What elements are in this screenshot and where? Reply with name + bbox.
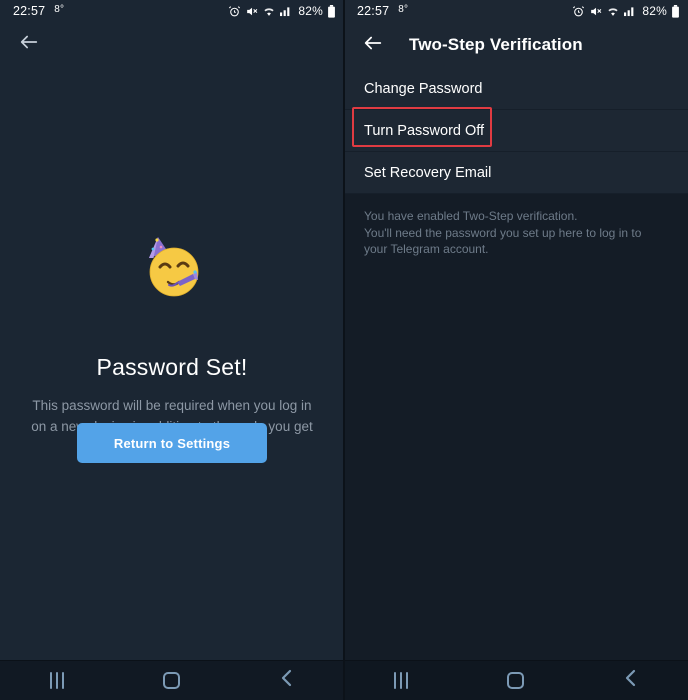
page-title: Password Set! xyxy=(96,354,248,380)
status-time: 22:57 xyxy=(13,4,46,18)
right-back-button[interactable] xyxy=(358,30,388,60)
right-phone-screen: 22:57 8° 82% Two-Step Verification Chang… xyxy=(344,0,688,700)
back-arrow-icon xyxy=(18,31,40,58)
mute-icon xyxy=(589,5,602,18)
right-top-bar: Two-Step Verification xyxy=(344,22,688,68)
battery-percent-label: 82% xyxy=(298,4,323,18)
battery-icon xyxy=(327,4,336,18)
recent-apps-button[interactable] xyxy=(27,664,87,698)
status-bar-right: 22:57 8° 82% xyxy=(344,0,688,22)
left-phone-screen: 22:57 8° 82% Password Set! This password… xyxy=(0,0,344,700)
mute-icon xyxy=(245,5,258,18)
right-content-area: You have enabled Two-Step verification. … xyxy=(344,194,688,660)
menu-item-turn-password-off[interactable]: Turn Password Off xyxy=(344,110,688,152)
status-temperature: 8° xyxy=(398,3,409,15)
status-time: 22:57 xyxy=(357,4,390,18)
left-back-button[interactable] xyxy=(14,29,44,59)
wifi-icon xyxy=(262,5,276,18)
home-button[interactable] xyxy=(142,664,202,698)
recent-apps-button[interactable] xyxy=(371,664,431,698)
wifi-icon xyxy=(606,5,620,18)
alarm-icon xyxy=(572,5,585,18)
back-icon xyxy=(279,669,295,692)
home-icon xyxy=(507,672,525,689)
home-button[interactable] xyxy=(486,664,546,698)
status-temperature: 8° xyxy=(54,3,65,15)
dual-screenshot-composite: 22:57 8° 82% Password Set! This password… xyxy=(0,0,688,700)
alarm-icon xyxy=(228,5,241,18)
left-top-bar xyxy=(0,22,344,66)
recent-apps-icon xyxy=(394,672,409,689)
panel-divider xyxy=(343,0,345,700)
back-icon xyxy=(623,669,639,692)
return-to-settings-button[interactable]: Return to Settings xyxy=(77,423,267,463)
password-set-content: Password Set! This password will be requ… xyxy=(0,66,344,660)
status-bar-left: 22:57 8° 82% xyxy=(0,0,344,22)
nav-bar-left xyxy=(0,660,344,700)
signal-icon xyxy=(624,5,637,17)
signal-icon xyxy=(280,5,293,17)
recent-apps-icon xyxy=(50,672,65,689)
system-back-button[interactable] xyxy=(257,664,317,698)
partying-face-emoji xyxy=(135,232,209,306)
status-icon-group: 82% xyxy=(228,4,336,18)
menu-item-set-recovery-email[interactable]: Set Recovery Email xyxy=(344,152,688,194)
page-title: Two-Step Verification xyxy=(409,35,583,54)
battery-icon xyxy=(671,4,680,18)
nav-bar-right xyxy=(344,660,688,700)
system-back-button[interactable] xyxy=(601,664,661,698)
two-step-menu-list: Change Password Turn Password Off Set Re… xyxy=(344,68,688,194)
battery-percent-label: 82% xyxy=(642,4,667,18)
home-icon xyxy=(163,672,181,689)
menu-item-change-password[interactable]: Change Password xyxy=(344,68,688,110)
two-step-footnote: You have enabled Two-Step verification. … xyxy=(344,194,688,258)
status-icon-group: 82% xyxy=(572,4,680,18)
back-arrow-icon xyxy=(362,32,384,59)
